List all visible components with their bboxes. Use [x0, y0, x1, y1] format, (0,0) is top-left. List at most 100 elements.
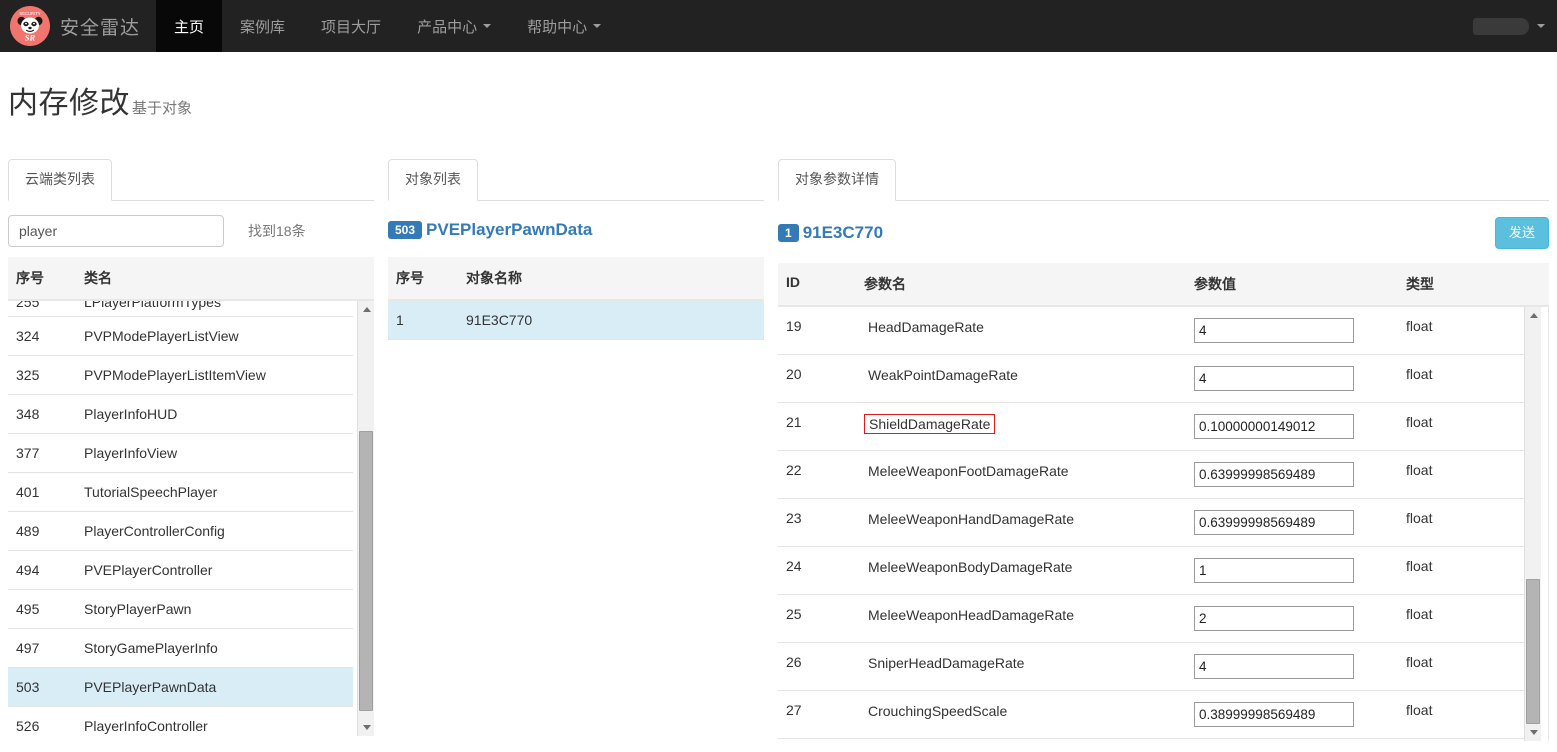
param-row-name: MeleeWeaponFootDamageRate	[868, 462, 1069, 479]
param-value-input[interactable]	[1194, 653, 1354, 679]
table-row[interactable]: 497 StoryGamePlayerInfo	[8, 629, 353, 668]
param-row-value-cell	[1186, 547, 1398, 594]
table-row[interactable]: 19 HeadDamageRate float	[778, 307, 1532, 355]
param-row-id: 20	[786, 365, 802, 382]
class-row-index: 495	[16, 601, 40, 617]
table-row[interactable]: 26 SniperHeadDamageRate float	[778, 643, 1532, 691]
nav-item-home[interactable]: 主页	[156, 0, 223, 52]
panel-right-edge	[1548, 306, 1549, 741]
table-row[interactable]: 526 PlayerInfoController	[8, 707, 353, 736]
object-row-name: 91E3C770	[466, 312, 533, 328]
param-row-type: float	[1406, 461, 1433, 478]
class-row-name: PlayerControllerConfig	[84, 523, 225, 539]
brand-name: 安全雷达	[60, 17, 141, 39]
table-row-selected[interactable]: 503 PVEPlayerPawnData	[8, 668, 353, 707]
table-row[interactable]: 325 PVPModePlayerListItemView	[8, 356, 353, 395]
table-row[interactable]: 24 MeleeWeaponBodyDamageRate float	[778, 547, 1532, 595]
table-row-selected[interactable]: 1 91E3C770	[388, 301, 764, 340]
param-table-body: 19 HeadDamageRate float 20 WeakPointDama…	[778, 306, 1532, 741]
scroll-up-arrow-icon[interactable]	[358, 301, 374, 318]
class-row-index: 401	[16, 484, 40, 500]
svg-text:SECURITY: SECURITY	[19, 11, 40, 16]
object-param-detail-panel: 对象参数详情 1 91E3C770 发送 ID 参数名 参数值 类型 19 He…	[778, 158, 1549, 741]
tab-cloud-class-list[interactable]: 云端类列表	[8, 159, 112, 201]
param-row-value-cell	[1186, 451, 1398, 498]
param-row-name-cell: MeleeWeaponFootDamageRate	[856, 451, 1186, 498]
table-row[interactable]: 489 PlayerControllerConfig	[8, 512, 353, 551]
param-row-id: 26	[786, 653, 802, 670]
mid-tabs: 对象列表	[388, 158, 764, 201]
table-row[interactable]: 25 MeleeWeaponHeadDamageRate float	[778, 595, 1532, 643]
param-row-value-cell	[1186, 499, 1398, 546]
table-row[interactable]: 255 LPlayerPlatformTypes	[8, 301, 353, 316]
param-row-id: 21	[786, 413, 802, 430]
nav-item-project-hall[interactable]: 项目大厅	[303, 0, 399, 52]
send-button[interactable]: 发送	[1494, 217, 1549, 249]
class-row-index: 503	[16, 679, 40, 695]
param-value-input[interactable]	[1194, 701, 1354, 727]
table-row[interactable]: 324 PVPModePlayerListView	[8, 317, 353, 356]
param-value-input[interactable]	[1194, 557, 1354, 583]
param-row-name-cell: MeleeWeaponBodyDamageRate	[856, 547, 1186, 594]
class-list-scrollbar[interactable]	[357, 301, 374, 736]
tab-object-list[interactable]: 对象列表	[388, 159, 478, 201]
param-value-input[interactable]	[1194, 413, 1354, 439]
table-row[interactable]: 27 CrouchingSpeedScale float	[778, 691, 1532, 739]
scroll-down-arrow-icon[interactable]	[358, 719, 374, 736]
table-row[interactable]: 20 WeakPointDamageRate float	[778, 355, 1532, 403]
class-row-clipped-wrapper: 255 LPlayerPlatformTypes	[8, 301, 353, 317]
table-row[interactable]: 401 TutorialSpeechPlayer	[8, 473, 353, 512]
chevron-down-icon	[593, 24, 602, 28]
param-value-input[interactable]	[1194, 461, 1354, 487]
param-row-type: float	[1406, 413, 1433, 430]
panda-logo-icon: SECURITY SR	[10, 6, 50, 46]
class-row-name: PlayerInfoView	[84, 445, 178, 461]
class-row-index: 325	[16, 367, 40, 383]
table-row[interactable]: 494 PVEPlayerController	[8, 551, 353, 590]
class-row-name: StoryPlayerPawn	[84, 601, 192, 617]
param-row-value-cell	[1186, 307, 1398, 354]
nav-item-home-label: 主页	[174, 18, 205, 36]
param-row-value-cell	[1186, 403, 1398, 450]
class-row-name: PVPModePlayerListItemView	[84, 367, 266, 383]
left-tabs: 云端类列表	[8, 158, 374, 201]
scrollbar-thumb[interactable]	[1526, 578, 1540, 724]
param-row-name: MeleeWeaponBodyDamageRate	[868, 558, 1073, 575]
nav-item-help-center[interactable]: 帮助中心	[509, 0, 619, 52]
param-row-value-cell	[1186, 355, 1398, 402]
table-row[interactable]: 22 MeleeWeaponFootDamageRate float	[778, 451, 1532, 499]
class-row-name: PVEPlayerPawnData	[84, 679, 217, 695]
table-row[interactable]: 348 PlayerInfoHUD	[8, 395, 353, 434]
nav-item-case-library[interactable]: 案例库	[222, 0, 303, 52]
page-subtitle: 基于对象	[132, 100, 193, 117]
param-col-id: ID	[786, 273, 800, 290]
param-list-scrollbar[interactable]	[1524, 306, 1542, 741]
param-title-row: 1 91E3C770 发送	[778, 201, 1549, 263]
nav-item-product-center-label: 产品中心	[417, 18, 478, 36]
scroll-down-arrow-icon[interactable]	[1525, 724, 1542, 741]
user-menu[interactable]	[1473, 0, 1557, 52]
param-table-header: ID 参数名 参数值 类型	[778, 262, 1549, 307]
tab-object-param-detail[interactable]: 对象参数详情	[778, 159, 896, 201]
table-row[interactable]: 28 StaticMoveSpeedScale float	[778, 739, 1532, 741]
param-value-input[interactable]	[1194, 509, 1354, 535]
param-row-type: float	[1406, 317, 1433, 334]
scroll-up-arrow-icon[interactable]	[1525, 307, 1542, 324]
table-row[interactable]: 377 PlayerInfoView	[8, 434, 353, 473]
param-row-type: float	[1406, 653, 1433, 670]
object-col-name: 对象名称	[466, 270, 522, 286]
param-row-name-cell: CrouchingSpeedScale	[856, 691, 1186, 738]
table-row[interactable]: 21 ShieldDamageRate float	[778, 403, 1532, 451]
scrollbar-thumb[interactable]	[359, 431, 373, 711]
table-row[interactable]: 495 StoryPlayerPawn	[8, 590, 353, 629]
param-value-input[interactable]	[1194, 365, 1354, 391]
param-value-input[interactable]	[1194, 605, 1354, 631]
top-navbar: SECURITY SR 安全雷达 主页 案例库 项目大厅 产品中心 帮助中心	[0, 0, 1557, 52]
brand-home-link[interactable]: SECURITY SR 安全雷达	[0, 0, 156, 52]
param-row-type: float	[1406, 509, 1433, 526]
param-row-name: HeadDamageRate	[868, 318, 984, 335]
param-value-input[interactable]	[1194, 317, 1354, 343]
table-row[interactable]: 23 MeleeWeaponHandDamageRate float	[778, 499, 1532, 547]
class-search-input[interactable]	[8, 215, 224, 247]
nav-item-product-center[interactable]: 产品中心	[399, 0, 509, 52]
